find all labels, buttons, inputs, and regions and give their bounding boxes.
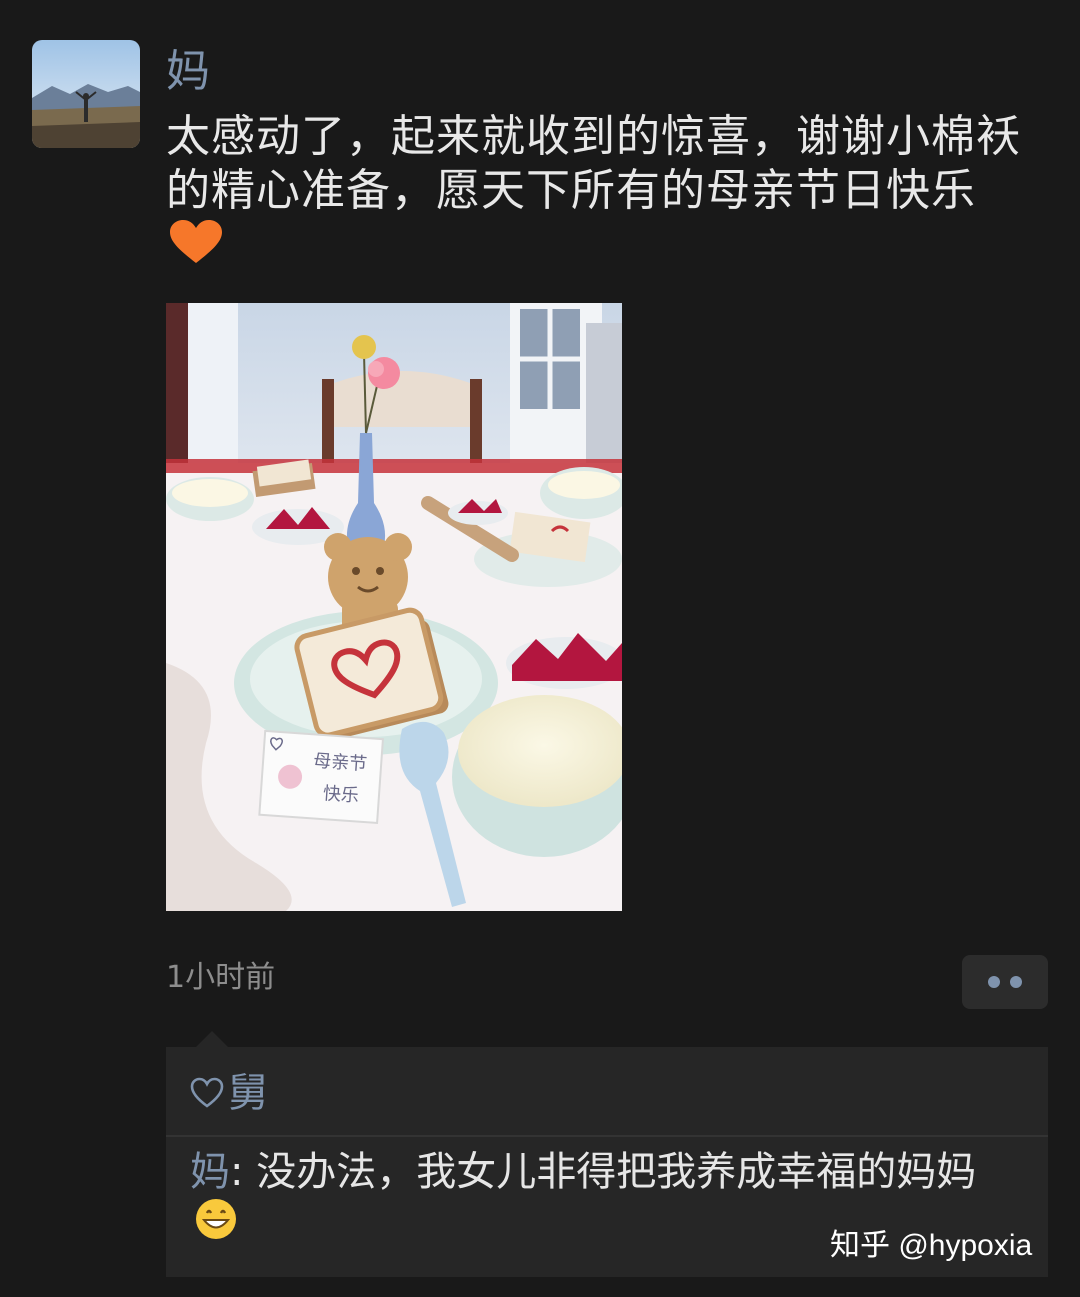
orange-heart-icon	[170, 220, 222, 263]
comment-divider	[166, 1135, 1048, 1137]
post-timestamp: 1小时前	[166, 960, 276, 995]
post-photo[interactable]: 母亲节 快乐	[166, 303, 622, 911]
more-dot-icon	[988, 976, 1000, 988]
zhihu-watermark: 知乎 @hypoxia	[830, 1229, 1033, 1262]
post-body-text: 太感动了，起来就收到的惊喜，谢谢小棉袄的精心准备，愿天下所有的母亲节日快乐	[166, 111, 1021, 216]
likes-row: 舅	[190, 1065, 268, 1121]
more-actions-button[interactable]	[962, 955, 1048, 1009]
card-text-line1: 母亲节	[313, 750, 368, 775]
author-avatar[interactable]	[32, 40, 140, 148]
breakfast-photo: 母亲节 快乐	[166, 303, 622, 911]
commenter-name[interactable]: 妈	[190, 1149, 230, 1195]
card-text-line2: 快乐	[322, 783, 359, 806]
liker-name[interactable]: 舅	[228, 1065, 268, 1121]
comment-separator: :	[230, 1149, 257, 1195]
photo-card: 母亲节 快乐	[258, 729, 384, 825]
more-dot-icon	[1010, 976, 1022, 988]
grinning-face-icon	[196, 1199, 236, 1239]
comment-text: 没办法，我女儿非得把我养成幸福的妈妈	[256, 1149, 977, 1195]
post-text: 太感动了，起来就收到的惊喜，谢谢小棉袄的精心准备，愿天下所有的母亲节日快乐	[166, 110, 1026, 272]
comment-caret	[196, 1031, 228, 1047]
post-author-name[interactable]: 妈	[166, 40, 210, 104]
heart-outline-icon	[190, 1077, 224, 1108]
avatar-image	[32, 40, 140, 148]
